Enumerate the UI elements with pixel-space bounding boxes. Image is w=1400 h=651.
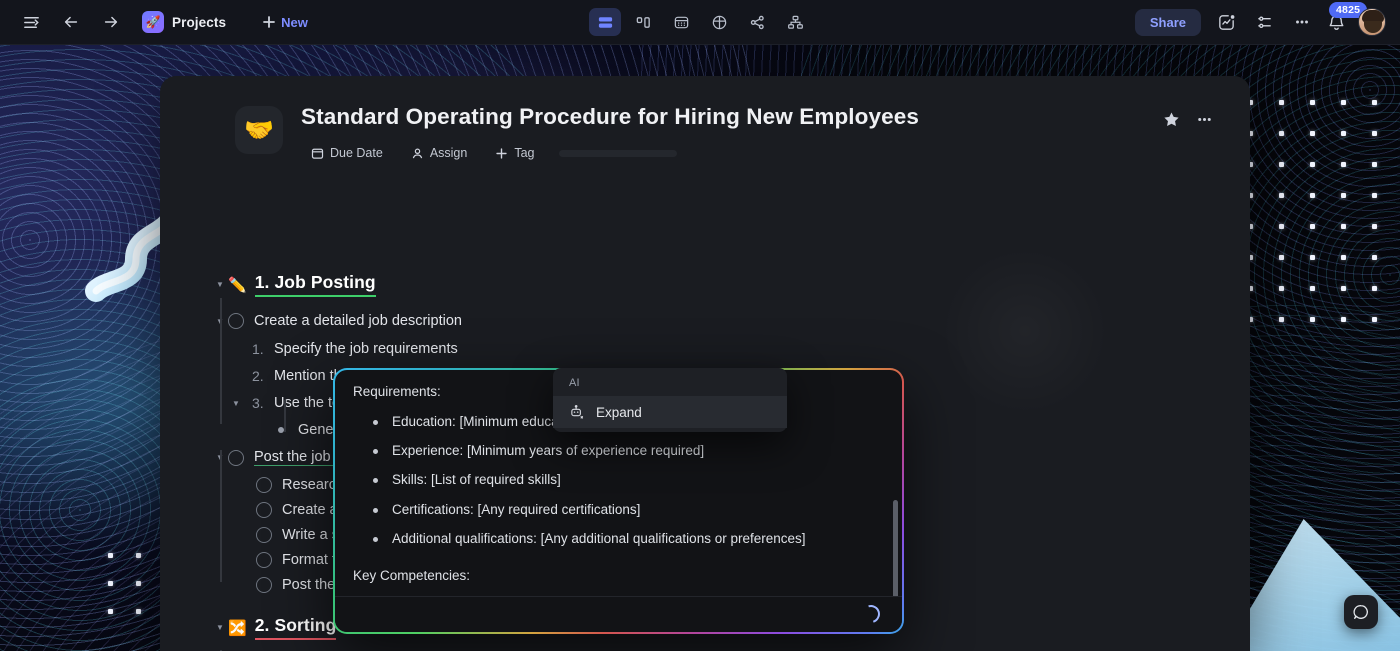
shuffle-icon: 🔀 xyxy=(228,619,247,637)
view-switcher xyxy=(589,8,811,36)
calendar-icon xyxy=(311,147,324,160)
ai-requirement-item: Experience: [Minimum years of experience… xyxy=(353,442,880,460)
settings-sliders-icon[interactable] xyxy=(1251,9,1277,35)
document-emoji-icon[interactable]: 🤝 xyxy=(235,106,283,154)
view-button-graph[interactable] xyxy=(741,8,773,36)
sidebar-toggle-icon[interactable] xyxy=(18,9,44,35)
ai-requirement-item: Certifications: [Any required certificat… xyxy=(353,501,880,519)
ai-requirement-label: Additional qualifications: [Any addition… xyxy=(392,530,806,546)
ai-requirement-item: Skills: [List of required skills] xyxy=(353,471,880,489)
plus-icon xyxy=(495,147,508,160)
ai-command-menu: AI Expand xyxy=(553,368,787,432)
chevron-down-icon[interactable]: ▼ xyxy=(212,277,228,293)
bullet-icon xyxy=(373,507,378,513)
user-avatar[interactable] xyxy=(1358,8,1386,36)
view-button-table[interactable] xyxy=(703,8,735,36)
heading-1-label: 1. Job Posting xyxy=(254,272,376,297)
view-button-org-chart[interactable] xyxy=(779,8,811,36)
pencil-icon: ✏️ xyxy=(228,276,247,294)
due-date-label: Due Date xyxy=(330,146,383,160)
notifications[interactable]: 4825 xyxy=(1327,1,1368,32)
star-icon[interactable] xyxy=(1162,110,1181,129)
chat-launcher-button[interactable] xyxy=(1344,595,1378,629)
add-tag-label: Tag xyxy=(514,146,535,160)
ai-menu-group-label: AI xyxy=(569,377,580,389)
ai-menu-item-expand[interactable]: Expand xyxy=(553,396,787,428)
new-button-label: New xyxy=(281,14,308,30)
task-checkbox[interactable] xyxy=(256,502,272,518)
ai-menu-item-label: Expand xyxy=(596,404,642,420)
assign-label: Assign xyxy=(429,146,468,160)
task-checkbox[interactable] xyxy=(228,313,244,329)
list-number: 1. xyxy=(252,341,264,357)
outline-guide-line xyxy=(220,450,222,582)
ai-popup-scrollbar[interactable] xyxy=(893,500,898,604)
chevron-down-icon[interactable]: ▼ xyxy=(228,395,244,411)
more-options-icon[interactable] xyxy=(1289,9,1315,35)
add-tag-chip[interactable]: Tag xyxy=(485,142,544,164)
task-label: Create a detailed job description xyxy=(254,313,462,329)
forward-arrow-icon[interactable] xyxy=(98,9,124,35)
ai-requirement-label: Experience: [Minimum years of experience… xyxy=(392,443,705,459)
bullet-icon xyxy=(373,478,378,484)
outline-heading-1[interactable]: ▼ ✏️ 1. Job Posting xyxy=(212,272,1250,297)
outline-guide-line xyxy=(284,400,286,432)
outline-ordered-1[interactable]: 1. Specify the job requirements xyxy=(212,341,1250,357)
task-checkbox[interactable] xyxy=(256,527,272,543)
page-title[interactable]: Standard Operating Procedure for Hiring … xyxy=(301,104,1162,130)
task-checkbox[interactable] xyxy=(256,477,272,493)
bullet-icon xyxy=(373,536,378,542)
document-actions xyxy=(1162,110,1214,129)
chat-bubble-icon xyxy=(1352,603,1370,621)
ai-competencies-heading: Key Competencies: xyxy=(353,568,471,584)
assign-chip[interactable]: Assign xyxy=(401,142,478,164)
app-root: 🚀 Projects New Share 4825 🤝 Standard Ope… xyxy=(0,0,1400,651)
back-arrow-icon[interactable] xyxy=(58,9,84,35)
project-switcher[interactable]: 🚀 Projects xyxy=(138,8,234,36)
due-date-chip[interactable]: Due Date xyxy=(301,142,393,164)
outline-guide-line xyxy=(220,298,222,424)
document-meta-row: Due Date Assign Tag xyxy=(301,142,1162,164)
list-number: 3. xyxy=(252,395,264,411)
meta-placeholder-bar xyxy=(558,149,677,157)
new-button[interactable]: New xyxy=(254,11,316,34)
share-button[interactable]: Share xyxy=(1134,8,1201,36)
task-checkbox[interactable] xyxy=(228,449,244,466)
loading-spinner-icon xyxy=(858,601,884,627)
project-label: Projects xyxy=(172,14,227,30)
chevron-down-icon[interactable]: ▼ xyxy=(212,620,228,636)
task-checkbox[interactable] xyxy=(256,552,272,568)
view-button-board[interactable] xyxy=(627,8,659,36)
ai-requirement-label: Certifications: [Any required certificat… xyxy=(392,501,641,517)
outline-task-1[interactable]: ▼ Create a detailed job description xyxy=(212,313,1250,329)
activity-icon[interactable] xyxy=(1213,9,1239,35)
ai-robot-icon xyxy=(569,404,585,420)
bullet-icon xyxy=(373,420,378,425)
wallpaper-dot-grid-right xyxy=(1248,100,1378,350)
top-bar-left: 🚀 Projects New xyxy=(0,8,316,36)
view-button-calendar[interactable] xyxy=(665,8,697,36)
top-bar-right: Share 4825 xyxy=(1134,1,1386,36)
heading-2-label: 2. Sorting xyxy=(254,615,337,640)
task-checkbox[interactable] xyxy=(256,577,272,593)
wallpaper-dot-grid-left xyxy=(108,553,168,623)
list-number: 2. xyxy=(252,368,264,384)
rocket-icon: 🚀 xyxy=(142,11,164,33)
document-header: 🤝 Standard Operating Procedure for Hirin… xyxy=(160,76,1250,164)
ai-requirement-label: Skills: [List of required skills] xyxy=(392,472,561,488)
person-icon xyxy=(411,147,424,160)
ai-requirement-item: Additional qualifications: [Any addition… xyxy=(353,530,880,548)
top-bar: 🚀 Projects New Share 4825 xyxy=(0,0,1400,45)
list-label: Specify the job requirements xyxy=(274,341,458,357)
view-button-doc[interactable] xyxy=(589,8,621,36)
plus-icon xyxy=(262,15,276,29)
document-more-icon[interactable] xyxy=(1195,110,1214,129)
bullet-icon xyxy=(373,449,378,455)
avatar-beard xyxy=(1364,21,1382,33)
ai-popup-footer xyxy=(335,596,902,632)
